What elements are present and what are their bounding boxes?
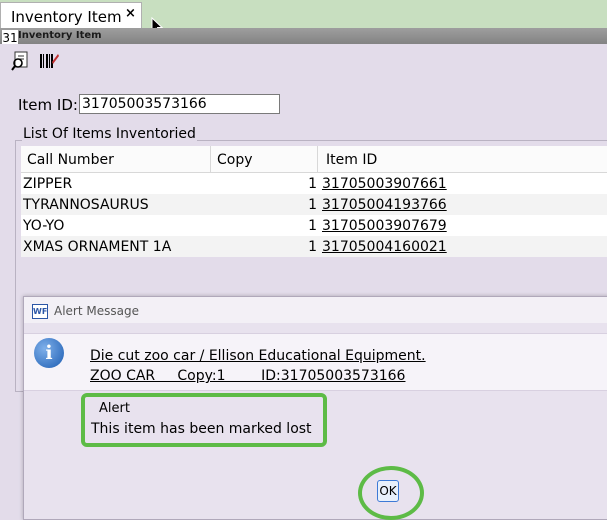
message-box: i Die cut zoo car / Ellison Educational … — [24, 333, 607, 391]
cell-item-id[interactable]: 31705004160021 — [322, 239, 447, 255]
cell-item-id[interactable]: 31705003907661 — [322, 176, 447, 192]
cell-item-id[interactable]: 31705004193766 — [322, 197, 447, 213]
window-titlebar: Inventory Item — [0, 28, 607, 44]
table-row[interactable]: TYRANNOSAURUS 1 31705004193766 — [21, 194, 607, 215]
wf-app-icon: WF — [32, 304, 48, 319]
column-copy[interactable]: Copy — [217, 152, 253, 168]
item-id-input[interactable] — [79, 94, 280, 114]
info-icon: i — [34, 338, 64, 368]
cell-call-number: ZIPPER — [23, 176, 73, 192]
cell-call-number: YO-YO — [23, 218, 65, 234]
dialog-title: Alert Message — [54, 304, 139, 318]
item-detail-link[interactable]: ZOO CAR Copy:1 ID:31705003573166 — [90, 368, 405, 384]
item-id-label: Item ID: — [18, 96, 78, 114]
items-table[interactable]: Call Number Copy Item ID ZIPPER 1 317050… — [21, 146, 607, 257]
dialog-titlebar[interactable]: WF Alert Message — [24, 297, 607, 323]
column-item-id[interactable]: Item ID — [326, 152, 377, 168]
ok-button[interactable]: OK — [377, 480, 399, 502]
alert-dialog: WF Alert Message i Die cut zoo car / Ell… — [23, 296, 607, 520]
table-row[interactable]: YO-YO 1 31705003907679 — [21, 215, 607, 236]
cell-item-id[interactable]: 31705003907679 — [322, 218, 447, 234]
tab-inventory-item[interactable]: Inventory Item × — [0, 2, 142, 29]
cell-copy: 1 — [308, 197, 317, 213]
table-body: ZIPPER 1 31705003907661 TYRANNOSAURUS 1 … — [21, 173, 607, 257]
alert-highlight: Alert This item has been marked lost — [81, 393, 327, 447]
cell-copy: 1 — [308, 239, 317, 255]
column-call-number[interactable]: Call Number — [27, 152, 114, 168]
alert-label: Alert — [99, 401, 130, 416]
cell-call-number: XMAS ORNAMENT 1A — [23, 239, 172, 255]
table-row[interactable]: XMAS ORNAMENT 1A 1 31705004160021 — [21, 236, 607, 257]
table-header: Call Number Copy Item ID — [21, 146, 607, 173]
cell-copy: 1 — [308, 176, 317, 192]
window-title: Inventory Item — [18, 30, 102, 41]
table-row[interactable]: ZIPPER 1 31705003907661 — [21, 173, 607, 194]
cell-call-number: TYRANNOSAURUS — [23, 197, 149, 213]
tab-label: Inventory Item — [11, 8, 122, 26]
cell-copy: 1 — [308, 218, 317, 234]
column-divider[interactable] — [317, 146, 318, 172]
barcode-icon[interactable] — [38, 50, 60, 72]
item-title-link[interactable]: Die cut zoo car / Ellison Educational Eq… — [90, 348, 426, 364]
alert-text: This item has been marked lost — [91, 421, 312, 437]
close-icon[interactable]: × — [125, 6, 136, 21]
tab-strip: Inventory Item × — [0, 0, 607, 29]
list-legend: List Of Items Inventoried — [22, 126, 197, 142]
column-divider[interactable] — [210, 146, 211, 172]
magnifier-document-icon[interactable] — [10, 50, 32, 72]
